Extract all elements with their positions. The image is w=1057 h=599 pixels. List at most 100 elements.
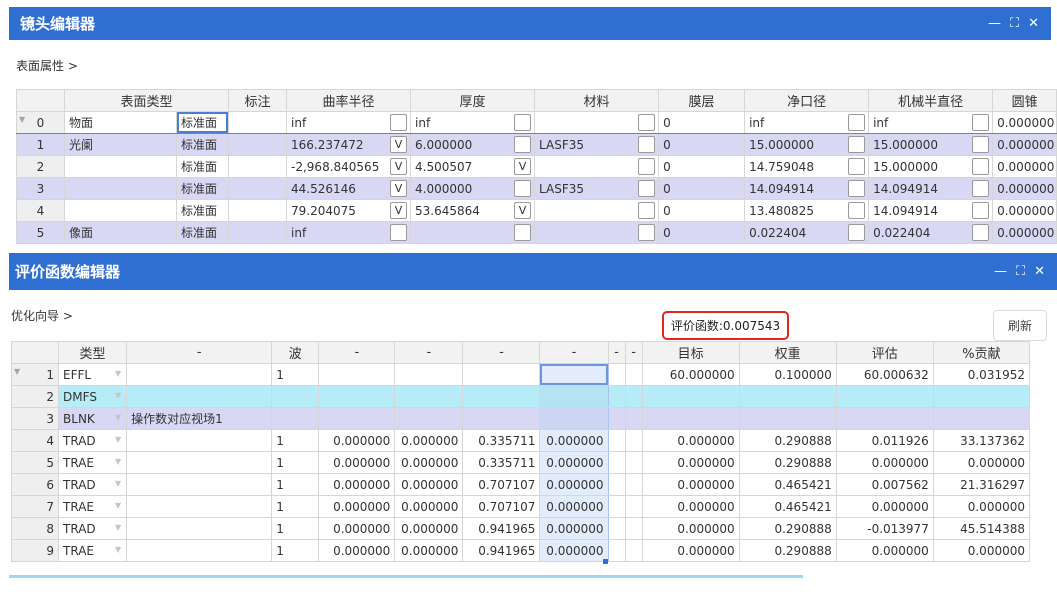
solve-flag-checkbox[interactable]	[848, 202, 866, 219]
coating-cell[interactable]: 0	[658, 199, 746, 222]
operand-c3-cell[interactable]	[318, 363, 396, 386]
clear-aperture-cell[interactable]: 14.759048	[744, 155, 870, 178]
operand-value-cell[interactable]: 0.000000	[835, 495, 934, 518]
surface-name-cell[interactable]: 像面	[64, 221, 177, 244]
solve-flag-checkbox[interactable]	[972, 202, 990, 219]
operand-value-cell[interactable]	[835, 407, 934, 430]
operand-c8-cell[interactable]	[624, 429, 643, 452]
operand-weight-cell[interactable]: 0.465421	[738, 495, 837, 518]
operand-c6-cell[interactable]	[539, 407, 609, 430]
operand-c6-cell[interactable]: 0.000000	[539, 495, 609, 518]
mech-semi-diameter-cell[interactable]: 15.000000	[868, 133, 994, 156]
operand-c5-cell[interactable]: 0.941965	[462, 539, 541, 562]
solve-flag-checkbox[interactable]	[972, 158, 990, 175]
thickness-cell[interactable]: 4.500507 V	[410, 155, 536, 178]
operand-contrib-cell[interactable]	[932, 407, 1031, 430]
minimize-icon[interactable]: —	[988, 16, 1001, 31]
note-cell[interactable]	[228, 111, 288, 134]
operand-target-cell[interactable]: 0.000000	[641, 429, 740, 452]
operand-weight-cell[interactable]: 0.290888	[738, 451, 837, 474]
operand-type-cell[interactable]: TRAD ▼	[58, 517, 128, 540]
row-index[interactable]: 2	[10, 385, 60, 408]
operand-c4-cell[interactable]: 0.000000	[394, 495, 464, 518]
coating-cell[interactable]: 0	[658, 155, 746, 178]
row-index[interactable]: 8	[10, 517, 60, 540]
mech-semi-diameter-cell[interactable]: 0.022404	[868, 221, 994, 244]
operand-wave-cell[interactable]: 1	[271, 473, 320, 496]
operand-contrib-cell[interactable]	[932, 385, 1031, 408]
row-index[interactable]: 5	[16, 221, 65, 244]
operand-c8-cell[interactable]	[624, 495, 643, 518]
operand-contrib-cell[interactable]: 21.316297	[932, 473, 1031, 496]
coating-cell[interactable]: 0	[658, 133, 746, 156]
dropdown-arrow-icon[interactable]: ▼	[115, 435, 121, 444]
operand-c6-cell[interactable]	[539, 385, 609, 408]
operand-type-cell[interactable]: TRAE ▼	[58, 451, 128, 474]
note-cell[interactable]	[228, 199, 288, 222]
operand-contrib-cell[interactable]: 45.514388	[932, 517, 1031, 540]
operand-weight-cell[interactable]: 0.290888	[738, 517, 837, 540]
mech-semi-diameter-cell[interactable]: 14.094914	[868, 177, 994, 200]
clear-aperture-cell[interactable]: inf	[744, 111, 870, 134]
operand-c7-cell[interactable]	[607, 495, 626, 518]
surface-name-cell[interactable]	[64, 199, 177, 222]
radius-cell[interactable]: 79.204075 V	[286, 199, 412, 222]
operand-c5-cell[interactable]	[462, 407, 541, 430]
operand-c1-cell[interactable]	[126, 429, 273, 452]
operand-c5-cell[interactable]: 0.707107	[462, 473, 541, 496]
operand-c7-cell[interactable]	[607, 451, 626, 474]
refresh-button[interactable]: 刷新	[993, 310, 1047, 341]
operand-c7-cell[interactable]	[607, 473, 626, 496]
operand-wave-cell[interactable]: 1	[271, 539, 320, 562]
dropdown-arrow-icon[interactable]: ▼	[115, 523, 121, 532]
solve-flag-checkbox[interactable]	[848, 114, 866, 131]
solve-flag-checkbox[interactable]: V	[514, 158, 532, 175]
surface-type-cell[interactable]: 标准面	[175, 155, 230, 178]
operand-contrib-cell[interactable]: 0.031952	[932, 363, 1031, 386]
conic-cell[interactable]: 0.000000	[992, 199, 1057, 222]
thickness-cell[interactable]	[410, 221, 536, 244]
row-index[interactable]: 1 ▼	[10, 363, 60, 386]
conic-cell[interactable]: 0.000000	[992, 111, 1057, 134]
close-icon[interactable]: ✕	[1034, 264, 1045, 279]
operand-wave-cell[interactable]: 1	[271, 429, 320, 452]
surface-name-cell[interactable]	[64, 155, 177, 178]
surface-properties-breadcrumb[interactable]: 表面属性 >	[16, 57, 78, 74]
operand-c1-cell[interactable]: 操作数对应视场1	[126, 407, 273, 430]
material-cell[interactable]	[534, 221, 660, 244]
surface-type-cell[interactable]: 标准面	[175, 133, 230, 156]
solve-flag-checkbox[interactable]: V	[390, 158, 408, 175]
operand-c3-cell[interactable]: 0.000000	[318, 517, 396, 540]
row-index[interactable]: 5	[10, 451, 60, 474]
row-index[interactable]: 1	[16, 133, 65, 156]
dropdown-arrow-icon[interactable]: ▼	[115, 413, 121, 422]
operand-type-cell[interactable]: EFFL ▼	[58, 363, 128, 386]
operand-c1-cell[interactable]	[126, 495, 273, 518]
operand-value-cell[interactable]: 60.000632	[835, 363, 934, 386]
operand-c4-cell[interactable]: 0.000000	[394, 451, 464, 474]
surface-type-cell[interactable]: 标准面	[175, 177, 230, 200]
operand-weight-cell[interactable]: 0.290888	[738, 429, 837, 452]
surface-type-cell[interactable]: 标准面	[175, 111, 230, 134]
operand-type-cell[interactable]: TRAD ▼	[58, 429, 128, 452]
operand-c5-cell[interactable]: 0.335711	[462, 451, 541, 474]
operand-value-cell[interactable]: -0.013977	[835, 517, 934, 540]
operand-c4-cell[interactable]: 0.000000	[394, 473, 464, 496]
material-cell[interactable]	[534, 199, 660, 222]
operand-c1-cell[interactable]	[126, 385, 273, 408]
coating-cell[interactable]: 0	[658, 177, 746, 200]
row-index[interactable]: 3	[16, 177, 65, 200]
operand-wave-cell[interactable]	[271, 407, 320, 430]
operand-value-cell[interactable]: 0.007562	[835, 473, 934, 496]
operand-c1-cell[interactable]	[126, 473, 273, 496]
dropdown-arrow-icon[interactable]: ▼	[115, 479, 121, 488]
operand-c6-cell[interactable]: 0.000000	[539, 473, 609, 496]
operand-weight-cell[interactable]	[738, 385, 837, 408]
note-cell[interactable]	[228, 177, 288, 200]
solve-flag-checkbox[interactable]	[514, 180, 532, 197]
operand-c4-cell[interactable]: 0.000000	[394, 429, 464, 452]
solve-flag-checkbox[interactable]	[848, 136, 866, 153]
maximize-icon[interactable]: ⛶	[1010, 16, 1019, 31]
operand-c7-cell[interactable]	[607, 517, 626, 540]
operand-c8-cell[interactable]	[624, 451, 643, 474]
